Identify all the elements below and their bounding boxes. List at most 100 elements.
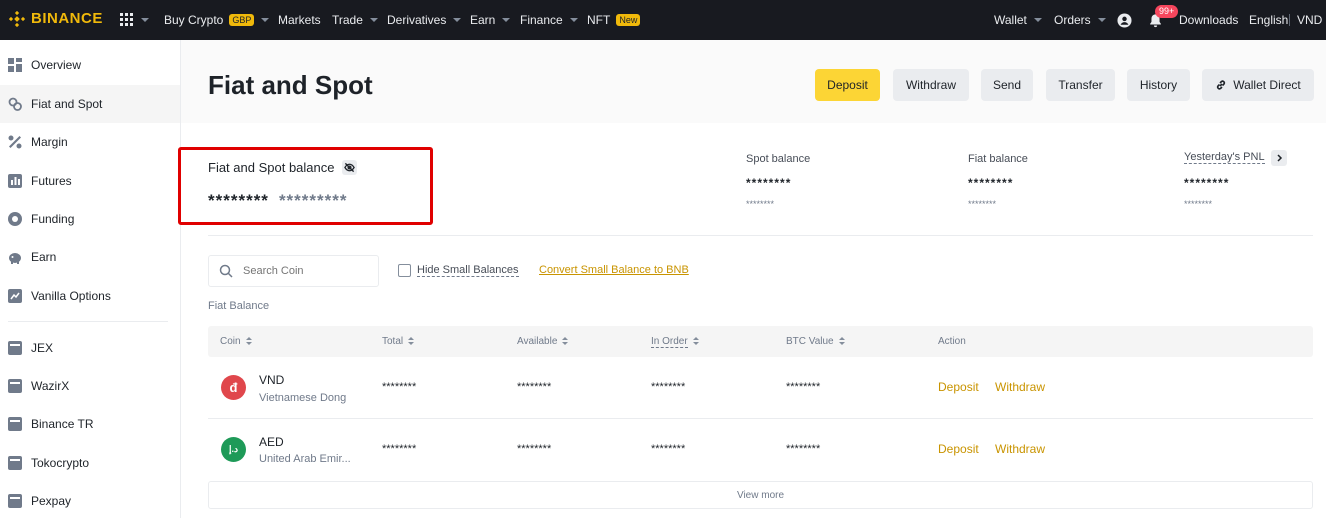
profile-button[interactable] (1117, 0, 1132, 40)
sort-icon (245, 337, 252, 346)
notification-count-badge: 99+ (1155, 5, 1179, 18)
hide-small-checkbox[interactable] (398, 264, 411, 277)
column-header-btc-value[interactable]: BTC Value (786, 326, 845, 357)
button-label: Transfer (1058, 78, 1103, 92)
convert-small-balance-link[interactable]: Convert Small Balance to BNB (539, 264, 689, 276)
hide-small-balances[interactable]: Hide Small Balances (398, 264, 519, 277)
coin-symbol: VND (259, 373, 285, 387)
nav-derivatives[interactable]: Derivatives (387, 0, 462, 40)
sidebar-item-label: Earn (31, 250, 57, 264)
currency-selector[interactable]: VND (1297, 0, 1322, 40)
sort-icon (838, 337, 845, 346)
wallet-direct-button[interactable]: Wallet Direct (1202, 69, 1314, 101)
coins-icon (8, 97, 22, 111)
sidebar-item-overview[interactable]: Overview (0, 46, 180, 84)
sidebar-item-tokocrypto[interactable]: Tokocrypto (0, 444, 180, 482)
row-deposit-link[interactable]: Deposit (938, 442, 979, 456)
table-header-bg (208, 326, 1313, 357)
vnd-coin-icon: đ (221, 375, 246, 400)
sidebar-item-margin[interactable]: Margin (0, 123, 180, 161)
sidebar-item-fiat-and-spot[interactable]: Fiat and Spot (0, 85, 180, 123)
sidebar: Overview Fiat and Spot Margin Futures Fu… (0, 40, 181, 518)
button-label: Send (992, 78, 1022, 92)
search-coin-box[interactable] (208, 255, 379, 287)
pnl-sub: ******** (1184, 199, 1213, 209)
table-row (208, 357, 1313, 419)
chevron-down-icon (369, 18, 378, 22)
sidebar-item-binance-tr[interactable]: Binance TR (0, 405, 180, 443)
deposit-button[interactable]: Deposit (815, 69, 880, 101)
header-label: In Order (651, 335, 688, 348)
user-icon (1117, 12, 1132, 28)
sidebar-item-label: Fiat and Spot (31, 97, 103, 111)
language-selector[interactable]: English (1249, 0, 1288, 40)
withdraw-button[interactable]: Withdraw (893, 69, 969, 101)
nav-trade[interactable]: Trade (332, 0, 378, 40)
piggy-bank-icon (9, 253, 21, 264)
sidebar-item-earn[interactable]: Earn (0, 238, 180, 276)
grid-icon (8, 58, 22, 72)
aed-coin-icon: د.إ (221, 437, 246, 462)
sort-icon (562, 337, 569, 346)
available-value: ******** (517, 381, 552, 393)
new-tag: New (616, 14, 641, 26)
apps-menu-button[interactable] (120, 0, 149, 40)
nav-downloads[interactable]: Downloads (1179, 0, 1238, 40)
button-label: History (1139, 78, 1178, 92)
search-input[interactable] (243, 265, 363, 277)
send-button[interactable]: Send (981, 69, 1033, 101)
card-icon (8, 417, 22, 431)
sidebar-item-label: Funding (31, 212, 75, 226)
nav-label: Trade (332, 13, 363, 27)
sidebar-item-label: WazirX (31, 379, 70, 393)
column-header-coin[interactable]: Coin (220, 326, 252, 357)
nav-nft[interactable]: NFT New (587, 0, 641, 40)
column-header-in-order[interactable]: In Order (651, 326, 699, 357)
funding-icon (8, 212, 22, 226)
column-header-available[interactable]: Available (517, 326, 569, 357)
spot-balance-label: Spot balance (746, 153, 811, 165)
nav-label: Markets (278, 13, 321, 27)
spot-balance-value: ******** (746, 176, 792, 190)
nav-buy-crypto[interactable]: Buy Crypto GBP (164, 0, 270, 40)
sidebar-item-funding[interactable]: Funding (0, 200, 180, 238)
nav-label: VND (1297, 13, 1323, 27)
nav-orders[interactable]: Orders (1054, 0, 1106, 40)
nav-wallet[interactable]: Wallet (994, 0, 1042, 40)
nav-finance[interactable]: Finance (520, 0, 578, 40)
column-header-total[interactable]: Total (382, 326, 415, 357)
sidebar-item-label: Overview (31, 58, 82, 72)
nav-markets[interactable]: Markets (278, 0, 321, 40)
history-button[interactable]: History (1127, 69, 1190, 101)
chevron-down-icon (502, 18, 511, 22)
header-label: Action (938, 336, 966, 347)
fiat-balance-label: Fiat balance (968, 153, 1028, 165)
link-icon (1217, 80, 1226, 90)
nav-earn[interactable]: Earn (470, 0, 511, 40)
binance-logo[interactable]: BINANCE (9, 10, 103, 27)
options-icon (8, 289, 22, 303)
page-title: Fiat and Spot (208, 70, 373, 100)
pnl-details-button[interactable] (1271, 150, 1287, 166)
sidebar-item-jex[interactable]: JEX (0, 329, 180, 367)
sidebar-item-vanilla-options[interactable]: Vanilla Options (0, 277, 180, 315)
row-withdraw-link[interactable]: Withdraw (995, 380, 1045, 394)
header-label: Available (517, 336, 558, 347)
row-withdraw-link[interactable]: Withdraw (995, 442, 1045, 456)
nav-label: Buy Crypto (164, 13, 224, 27)
pnl-label[interactable]: Yesterday's PNL (1184, 151, 1265, 164)
chevron-down-icon (453, 18, 462, 22)
spot-balance-sub: ******** (746, 199, 775, 209)
header-label: Coin (220, 336, 241, 347)
sidebar-item-pexpay[interactable]: Pexpay (0, 482, 180, 520)
view-more-label: View more (736, 489, 785, 501)
chevron-down-icon (1097, 18, 1106, 22)
view-more-button[interactable]: View more (208, 481, 1313, 509)
sidebar-item-wazirx[interactable]: WazirX (0, 367, 180, 405)
nav-label: Earn (470, 13, 496, 27)
sidebar-item-futures[interactable]: Futures (0, 162, 180, 200)
transfer-button[interactable]: Transfer (1046, 69, 1115, 101)
nav-label: Orders (1054, 13, 1091, 27)
row-deposit-link[interactable]: Deposit (938, 380, 979, 394)
button-label: Wallet Direct (1233, 78, 1301, 92)
